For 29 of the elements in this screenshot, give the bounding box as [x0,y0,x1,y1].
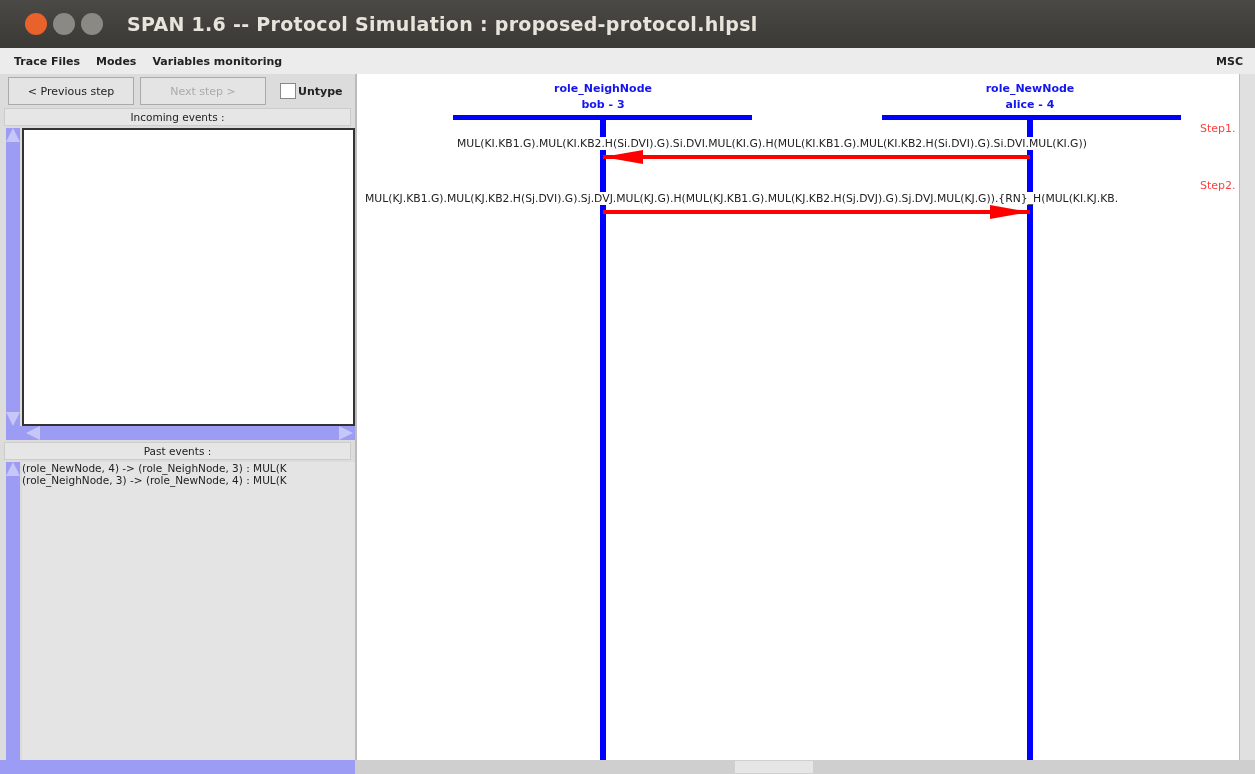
step-label: Step2. [1200,179,1236,192]
event-item[interactable]: (role_NewNode, 4) -> (role_NeighNode, 3) : MUL(K [22,462,355,474]
section-header: Past events : [4,442,351,460]
menu-item[interactable]: Variables monitoring [152,54,283,68]
close-icon[interactable] [25,13,47,35]
untype-checkbox[interactable] [280,83,296,99]
checkbox-label: Untype [298,84,343,98]
minimize-icon[interactable] [53,13,75,35]
horizontal-scrollbar[interactable] [355,760,1255,774]
role-instance: bob - 3 [580,97,626,113]
horizontal-scrollbar[interactable] [6,426,355,440]
vertical-scrollbar[interactable] [6,128,20,426]
menu-item[interactable]: Trace Files [14,54,81,68]
previous-step-button[interactable]: < Previous step [8,77,134,105]
message-label: MUL(KI.KB1.G).MUL(KI.KB2.H(Si.DVI).G).Si.DVI.MUL(KI.G).H(MUL(KI.KB1.G).MUL(KI.KB2.H(Si.DVI).G).Si.DVI.MUL(KI.G)) [457,137,1087,150]
vertical-scrollbar[interactable] [1239,74,1255,760]
menu-item[interactable]: Modes [96,54,137,68]
role-name: role_NeighNode [553,81,653,97]
maximize-icon[interactable] [81,13,103,35]
menu-item[interactable]: MSC [1216,54,1243,68]
step-label: Step1. [1200,122,1236,135]
window-title: SPAN 1.6 -- Protocol Simulation : proposed-protocol.hlpsl [127,13,758,35]
horizontal-scrollbar[interactable] [0,760,355,774]
role-name: role_NewNode [984,81,1076,97]
vertical-scrollbar[interactable] [6,462,20,760]
event-item[interactable]: (role_NeighNode, 3) -> (role_NewNode, 4) : MUL(K [22,474,355,486]
message-label: MUL(KJ.KB1.G).MUL(KJ.KB2.H(Sj.DVI).G).Sj.DVJ.MUL(KJ.G).H(MUL(KJ.KB1.G).MUL(KJ.KB2.H(Sj.DVJ).G).Sj.DVJ.MUL(KJ.G)).{RN}_H(MUL(KI.KJ.KB. [365,192,1119,205]
section-header: Incoming events : [4,108,351,126]
role-instance: alice - 4 [1004,97,1056,113]
